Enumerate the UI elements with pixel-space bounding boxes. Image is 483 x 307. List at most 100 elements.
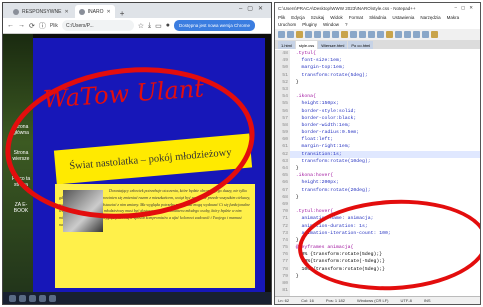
line-number: 70 bbox=[282, 209, 288, 215]
menu-item[interactable]: Szukaj bbox=[311, 14, 325, 21]
code-line[interactable]: transition:1s; bbox=[290, 150, 480, 158]
code-line[interactable]: font-size:1em; bbox=[290, 57, 480, 64]
start-icon[interactable] bbox=[9, 295, 16, 302]
code-line[interactable]: height:150px; bbox=[290, 100, 480, 107]
code-line[interactable]: height:200px; bbox=[290, 179, 480, 186]
editor-menu-bar: Plik Edycja Szukaj Widok Format Składnia Ustaw… bbox=[275, 13, 480, 29]
address-field[interactable]: C:/Users/P... bbox=[61, 20, 134, 31]
window-controls-icon[interactable]: –▢✕ bbox=[239, 5, 268, 12]
tab-responsywne[interactable]: RESPONSYWNE ✕ bbox=[9, 5, 73, 18]
line-number: 81 bbox=[282, 288, 288, 294]
redo-icon[interactable] bbox=[368, 31, 375, 38]
code-line[interactable]: border-width:1em; bbox=[290, 122, 480, 129]
code-line[interactable]: border-radius:0.5em; bbox=[290, 129, 480, 136]
copy-icon[interactable] bbox=[341, 31, 348, 38]
code-area[interactable]: 48 49 50 51 52 53 54 55 56 57 58 59 60 61 62 63 64 65 66 67… bbox=[275, 50, 480, 297]
zoom-in-icon[interactable] bbox=[395, 31, 402, 38]
run-icon[interactable] bbox=[431, 31, 438, 38]
menu-item[interactable]: Uruchom bbox=[278, 21, 296, 28]
menu-item[interactable]: ? bbox=[345, 21, 348, 28]
print-icon[interactable] bbox=[323, 31, 330, 38]
code-line[interactable]: margin-top:1em; bbox=[290, 64, 480, 71]
browser-window: RESPONSYWNE ✕ INARO ✕ + –▢✕ ← → ⟳ ⓘ Plik… bbox=[2, 2, 272, 305]
menu-item[interactable]: Plik bbox=[278, 14, 285, 21]
url-bar: ← → ⟳ ⓘ Plik C:/Users/P... ☆ ⤓ ▭ ● Dostę… bbox=[3, 18, 271, 34]
nav-link-ebook[interactable]: ZA E-BOOK bbox=[8, 202, 34, 214]
close-tab-icon[interactable]: ✕ bbox=[64, 9, 68, 15]
code-line[interactable]: transform:rotate(20deg); bbox=[290, 187, 480, 194]
browser-icon[interactable] bbox=[39, 295, 46, 302]
new-tab-icon[interactable]: + bbox=[117, 9, 128, 18]
editor-tab[interactable]: style.css bbox=[295, 41, 318, 49]
site-info-icon[interactable]: ⓘ bbox=[39, 21, 46, 31]
menu-item[interactable]: Ustawienia bbox=[392, 14, 414, 21]
code-line[interactable]: margin-right:1em; bbox=[290, 143, 480, 150]
close-tab-icon[interactable]: ✕ bbox=[107, 9, 111, 15]
status-field: Windows (CR LF) bbox=[356, 298, 389, 303]
save-icon[interactable] bbox=[296, 31, 303, 38]
menu-item[interactable]: Składnia bbox=[369, 14, 386, 21]
line-number: 59 bbox=[282, 130, 288, 136]
line-number: 64 bbox=[282, 166, 288, 171]
menu-item[interactable]: Narzędzia bbox=[420, 14, 440, 21]
open-icon[interactable] bbox=[287, 31, 294, 38]
indent-icon[interactable] bbox=[422, 31, 429, 38]
status-field: Col: 16 bbox=[301, 298, 314, 303]
reload-icon[interactable]: ⟳ bbox=[29, 22, 35, 30]
save-all-icon[interactable] bbox=[305, 31, 312, 38]
code-lines[interactable]: .tytul{ font-size:1em; margin-top:1em; t… bbox=[290, 50, 480, 297]
menu-item[interactable]: Pluginy bbox=[302, 21, 317, 28]
line-number: 79 bbox=[282, 273, 288, 279]
line-number: 50 bbox=[282, 65, 288, 71]
menu-item[interactable]: Window bbox=[323, 21, 339, 28]
tab-inaro[interactable]: INARO ✕ bbox=[74, 5, 115, 18]
line-number: 49 bbox=[282, 58, 288, 64]
menu-item[interactable]: Edycja bbox=[291, 14, 305, 21]
find-icon[interactable] bbox=[377, 31, 384, 38]
status-field: UTF-8 bbox=[400, 298, 412, 303]
wrap-icon[interactable] bbox=[413, 31, 420, 38]
tab-label: RESPONSYWNE bbox=[22, 8, 62, 15]
editor-tab[interactable]: 1.html bbox=[278, 41, 295, 49]
window-controls-icon[interactable]: –▢✕ bbox=[454, 5, 480, 11]
code-line[interactable]: float:left; bbox=[290, 136, 480, 143]
forward-icon[interactable]: → bbox=[18, 22, 25, 29]
line-number: 63 bbox=[282, 158, 288, 164]
menu-item[interactable]: Format bbox=[349, 14, 363, 21]
profile-icon[interactable]: ● bbox=[166, 22, 170, 29]
status-field: Ln: 62 bbox=[278, 298, 290, 303]
bookmark-star-icon[interactable]: ☆ bbox=[138, 22, 144, 30]
code-line[interactable]: transform:rotate(5deg); bbox=[290, 72, 480, 79]
replace-icon[interactable] bbox=[386, 31, 393, 38]
code-line[interactable]: border-style:solid; bbox=[290, 108, 480, 115]
new-icon[interactable] bbox=[278, 31, 285, 38]
notepad-icon[interactable] bbox=[49, 295, 56, 302]
code-line[interactable]: .ikona:hover{ bbox=[290, 172, 480, 179]
reading-list-icon[interactable]: ▭ bbox=[155, 22, 162, 30]
code-line[interactable]: } bbox=[290, 79, 480, 86]
editor-tab[interactable]: Wiersze.html bbox=[318, 41, 348, 49]
download-icon[interactable]: ⤓ bbox=[148, 22, 151, 30]
line-number: 55 bbox=[282, 101, 288, 107]
code-line[interactable]: .ikona{ bbox=[290, 93, 480, 100]
code-line[interactable]: .tytul{ bbox=[290, 50, 480, 57]
cut-icon[interactable] bbox=[332, 31, 339, 38]
menu-item[interactable]: Widok bbox=[330, 14, 343, 21]
menu-item[interactable]: Makra bbox=[447, 14, 460, 21]
explorer-icon[interactable] bbox=[29, 295, 36, 302]
code-line[interactable]: transform:rotate(10deg); bbox=[290, 158, 480, 165]
line-number: 65 bbox=[282, 173, 288, 179]
code-line[interactable] bbox=[290, 86, 480, 93]
editor-tab[interactable]: Po co.html bbox=[348, 41, 374, 49]
code-line[interactable]: } bbox=[290, 165, 480, 172]
line-number: 78 bbox=[282, 266, 288, 272]
close-icon[interactable] bbox=[314, 31, 321, 38]
chrome-update-button[interactable]: Dostępna jest nowa wersja Chrome bbox=[173, 20, 255, 31]
back-icon[interactable]: ← bbox=[7, 22, 14, 29]
paste-icon[interactable] bbox=[350, 31, 357, 38]
search-icon[interactable] bbox=[19, 295, 26, 302]
code-line[interactable]: border-color:black; bbox=[290, 115, 480, 122]
tab-label: INARO bbox=[87, 8, 104, 15]
undo-icon[interactable] bbox=[359, 31, 366, 38]
zoom-out-icon[interactable] bbox=[404, 31, 411, 38]
